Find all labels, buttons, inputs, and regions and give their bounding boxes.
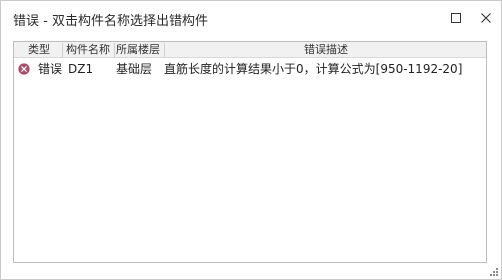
column-divider[interactable] [114, 43, 115, 57]
column-header-type[interactable]: 类型 [28, 42, 50, 58]
error-list[interactable]: 类型 构件名称 所属楼层 错误描述 错误 DZ1 基础层 直筋长度的计算结果小于… [13, 41, 487, 263]
close-icon [481, 13, 491, 23]
maximize-icon [451, 13, 461, 23]
table-row[interactable]: 错误 DZ1 基础层 直筋长度的计算结果小于0，计算公式为[950-1192-2… [14, 59, 486, 79]
window-title: 错误 - 双击构件名称选择出错构件 [13, 14, 208, 29]
column-header-name[interactable]: 构件名称 [66, 42, 110, 58]
maximize-button[interactable] [445, 7, 467, 29]
cell-floor: 基础层 [116, 62, 153, 76]
column-header-floor[interactable]: 所属楼层 [116, 42, 160, 58]
error-x-icon [18, 63, 30, 75]
cell-type: 错误 [38, 62, 63, 76]
close-button[interactable] [475, 7, 497, 29]
column-divider[interactable] [62, 43, 63, 57]
title-bar[interactable]: 错误 - 双击构件名称选择出错构件 [1, 1, 501, 37]
list-header: 类型 构件名称 所属楼层 错误描述 [14, 42, 486, 58]
cell-description: 直筋长度的计算结果小于0，计算公式为[950-1192-20] [164, 62, 463, 76]
column-divider[interactable] [164, 43, 165, 57]
resize-grip-icon[interactable] [489, 267, 499, 277]
cell-component-name[interactable]: DZ1 [68, 59, 93, 79]
error-dialog: 错误 - 双击构件名称选择出错构件 类型 构件名称 所属楼层 错误描述 错误 D… [0, 0, 502, 280]
column-header-description[interactable]: 错误描述 [304, 42, 348, 58]
